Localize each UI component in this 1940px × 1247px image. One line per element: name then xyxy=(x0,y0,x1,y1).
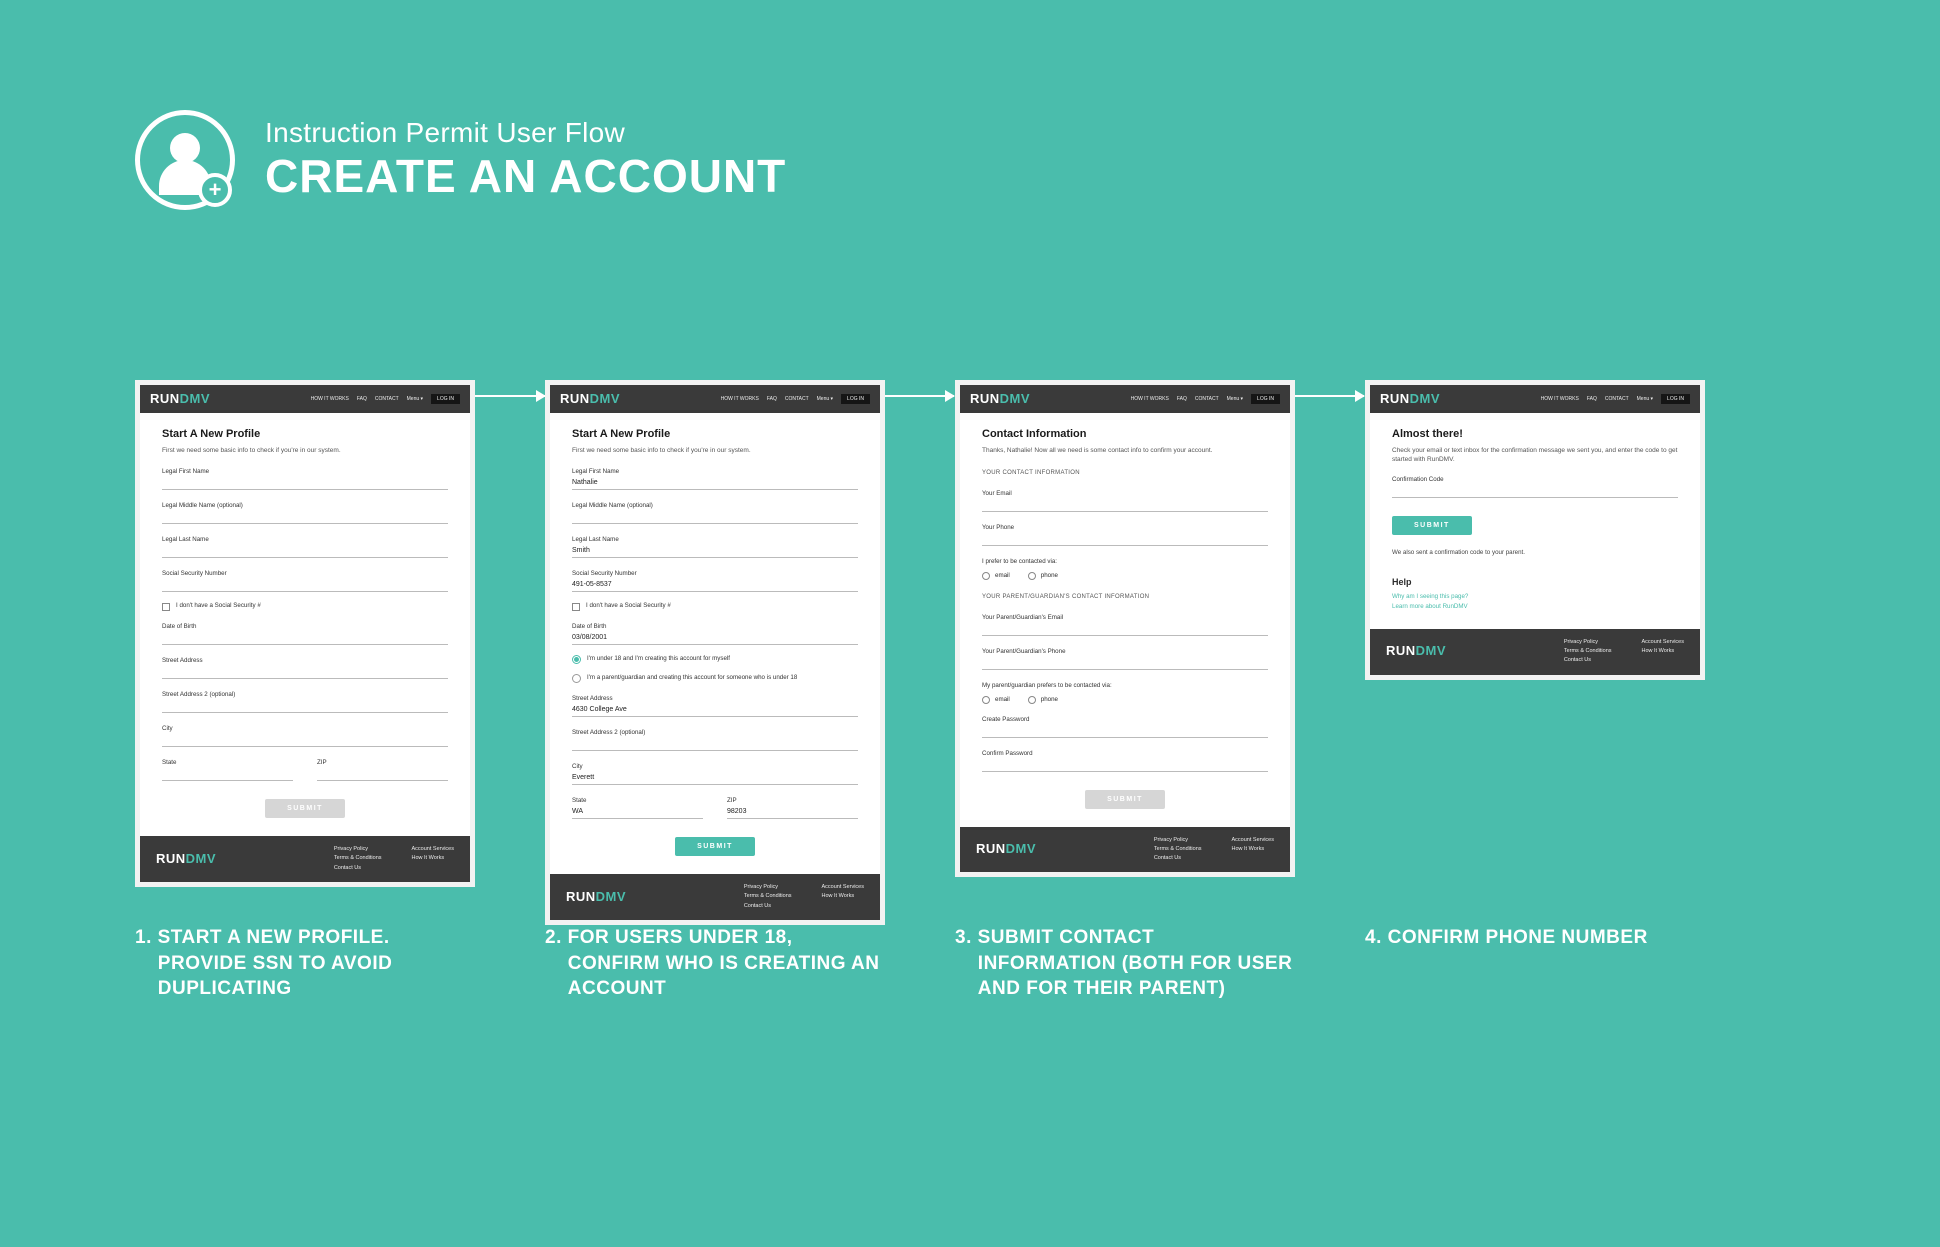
input-zip[interactable]: 98203 xyxy=(727,807,858,819)
input-ssn[interactable] xyxy=(162,580,448,592)
input-first[interactable]: Nathalie xyxy=(572,478,858,490)
input-city[interactable] xyxy=(162,735,448,747)
section-parent-contact: YOUR PARENT/GUARDIAN'S CONTACT INFORMATI… xyxy=(982,594,1268,602)
nav-menu[interactable]: Menu ▾ xyxy=(407,396,423,403)
input-state[interactable]: WA xyxy=(572,807,703,819)
input-middle[interactable] xyxy=(162,512,448,524)
input-city[interactable]: Everett xyxy=(572,773,858,785)
label-dob: Date of Birth xyxy=(162,623,448,631)
page-title: Start A New Profile xyxy=(162,427,448,441)
submit-button[interactable]: SUBMIT xyxy=(675,837,755,856)
hero-subtitle: Instruction Permit User Flow xyxy=(265,117,786,149)
input-parent-email[interactable] xyxy=(982,624,1268,636)
flow-row: RUNDMV HOW IT WORKS FAQ CONTACT Menu ▾ L… xyxy=(135,380,1705,925)
app-header: RUNDMV HOW IT WORKS FAQ CONTACT Menu ▾ L… xyxy=(140,385,470,413)
section-your-contact: YOUR CONTACT INFORMATION xyxy=(982,470,1268,478)
label-middle: Legal Middle Name (optional) xyxy=(162,502,448,510)
label-state: State xyxy=(162,759,293,767)
input-middle[interactable] xyxy=(572,512,858,524)
input-street2[interactable] xyxy=(162,701,448,713)
input-your-email[interactable] xyxy=(982,500,1268,512)
mock-screen-4: RUNDMV HOW IT WORKSFAQCONTACTMenu ▾LOG I… xyxy=(1365,380,1705,680)
nav-contact[interactable]: CONTACT xyxy=(375,396,399,403)
label-street: Street Address xyxy=(162,657,448,665)
nav-how[interactable]: HOW IT WORKS xyxy=(311,396,349,403)
help-heading: Help xyxy=(1392,577,1678,589)
page-lead: First we need some basic info to check i… xyxy=(162,447,448,455)
label-last: Legal Last Name xyxy=(162,536,448,544)
logo: RUNDMV xyxy=(150,391,210,408)
page-title: Contact Information xyxy=(982,427,1268,441)
input-last[interactable]: Smith xyxy=(572,546,858,558)
input-parent-phone[interactable] xyxy=(982,658,1268,670)
input-confirm-password[interactable] xyxy=(982,760,1268,772)
radio-parent-contact-email[interactable] xyxy=(982,696,990,704)
nav-login[interactable]: LOG IN xyxy=(431,394,460,405)
input-street[interactable]: 4630 College Ave xyxy=(572,705,858,717)
submit-button[interactable]: SUBMIT xyxy=(1085,790,1165,809)
input-ssn[interactable]: 491-05-8537 xyxy=(572,580,858,592)
label-street2: Street Address 2 (optional) xyxy=(162,691,448,699)
input-your-phone[interactable] xyxy=(982,534,1268,546)
input-confirmation-code[interactable] xyxy=(1392,486,1678,498)
input-dob[interactable] xyxy=(162,633,448,645)
hero-title: CREATE AN ACCOUNT xyxy=(265,149,786,203)
captions-row: 1. START A NEW PROFILE. PROVIDE SSN TO A… xyxy=(135,925,1705,1002)
label-ssn: Social Security Number xyxy=(162,570,448,578)
radio-contact-phone[interactable] xyxy=(1028,572,1036,580)
parent-code-note: We also sent a confirmation code to your… xyxy=(1392,549,1678,557)
input-first[interactable] xyxy=(162,478,448,490)
input-state[interactable] xyxy=(162,769,293,781)
mock-screen-3: RUNDMV HOW IT WORKSFAQCONTACTMenu ▾LOG I… xyxy=(955,380,1295,877)
radio-parent-contact-phone[interactable] xyxy=(1028,696,1036,704)
checkbox-no-ssn[interactable] xyxy=(162,603,170,611)
submit-button[interactable]: SUBMIT xyxy=(1392,516,1472,535)
label-first: Legal First Name xyxy=(162,468,448,476)
input-create-password[interactable] xyxy=(982,726,1268,738)
app-footer: RUNDMV Privacy PolicyTerms & ConditionsC… xyxy=(140,836,470,881)
caption-4: 4. CONFIRM PHONE NUMBER xyxy=(1365,925,1705,1002)
create-account-icon: + xyxy=(135,110,235,210)
input-street[interactable] xyxy=(162,667,448,679)
label-zip: ZIP xyxy=(317,759,448,767)
radio-under-18-self[interactable] xyxy=(572,655,581,664)
mock-screen-2: RUNDMV HOW IT WORKSFAQCONTACTMenu ▾LOG I… xyxy=(545,380,885,925)
input-zip[interactable] xyxy=(317,769,448,781)
hero: + Instruction Permit User Flow CREATE AN… xyxy=(135,110,786,210)
page-title: Almost there! xyxy=(1392,427,1678,441)
input-street2[interactable] xyxy=(572,739,858,751)
label-no-ssn: I don't have a Social Security # xyxy=(176,602,261,610)
input-dob[interactable]: 03/08/2001 xyxy=(572,633,858,645)
help-link-learn[interactable]: Learn more about RunDMV xyxy=(1392,603,1678,611)
caption-3: 3. SUBMIT CONTACT INFORMATION (BOTH FOR … xyxy=(955,925,1295,1002)
mock-screen-1: RUNDMV HOW IT WORKS FAQ CONTACT Menu ▾ L… xyxy=(135,380,475,887)
checkbox-no-ssn[interactable] xyxy=(572,603,580,611)
label-city: City xyxy=(162,725,448,733)
radio-parent-guardian[interactable] xyxy=(572,674,581,683)
input-last[interactable] xyxy=(162,546,448,558)
help-link-why[interactable]: Why am I seeing this page? xyxy=(1392,593,1678,601)
caption-1: 1. START A NEW PROFILE. PROVIDE SSN TO A… xyxy=(135,925,475,1002)
radio-contact-email[interactable] xyxy=(982,572,990,580)
nav-faq[interactable]: FAQ xyxy=(357,396,367,403)
caption-2: 2. FOR USERS UNDER 18, CONFIRM WHO IS CR… xyxy=(545,925,885,1002)
page-title: Start A New Profile xyxy=(572,427,858,441)
submit-button[interactable]: SUBMIT xyxy=(265,799,345,818)
